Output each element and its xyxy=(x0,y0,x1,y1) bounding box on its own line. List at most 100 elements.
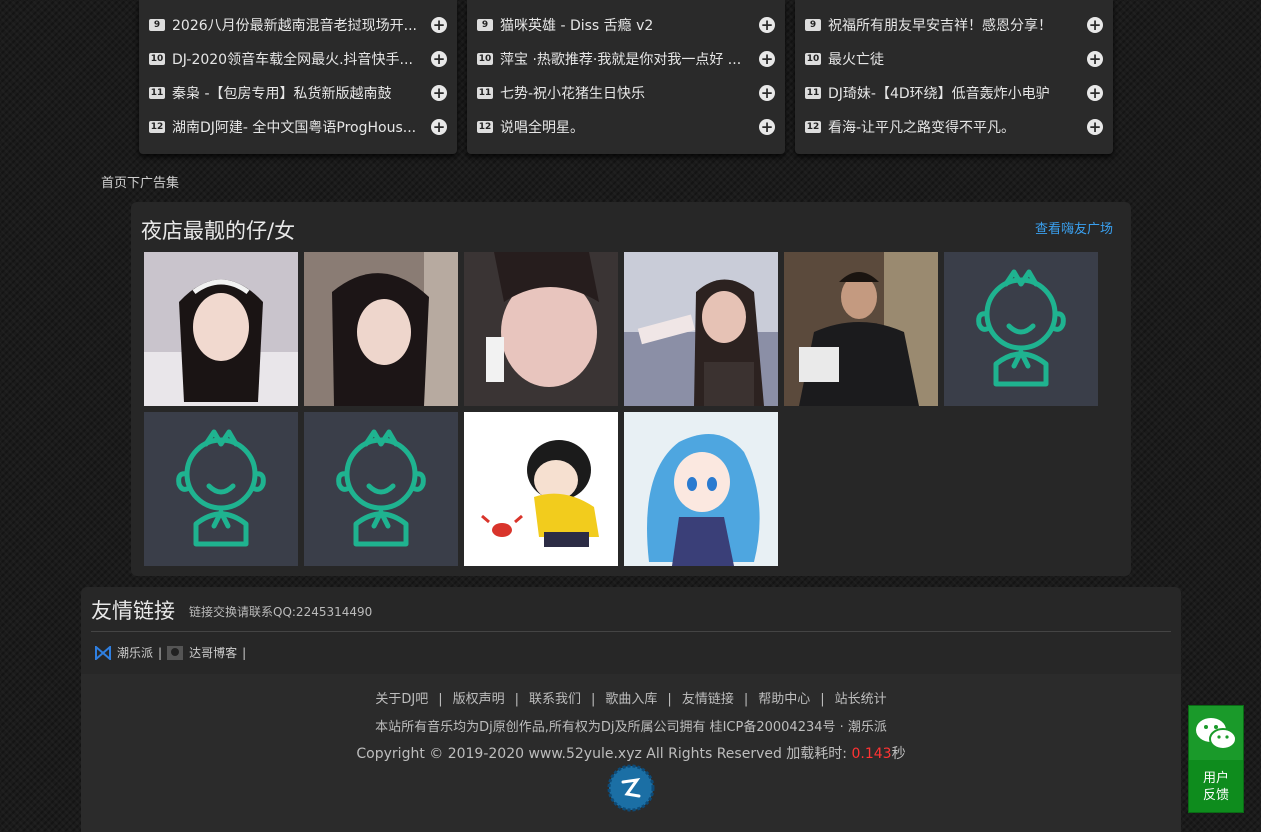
song-title[interactable]: 看海-让平凡之路变得不平凡。 xyxy=(828,117,1078,137)
song-title[interactable]: 猫咪英雄 - Diss 舌瘾 v2 xyxy=(500,15,750,35)
site-badge-icon[interactable] xyxy=(607,764,655,816)
add-icon[interactable]: + xyxy=(759,51,775,67)
dage-blog-avatar-icon xyxy=(167,645,184,660)
friend-links-title: 友情链接 xyxy=(91,599,175,623)
wechat-icon xyxy=(1189,706,1243,760)
footer-separator: | xyxy=(667,692,672,707)
rank-number: 12 xyxy=(477,121,493,133)
song-item[interactable]: 9 祝福所有朋友早安吉祥！感恩分享！ + xyxy=(795,8,1113,42)
divider xyxy=(91,631,1171,632)
friend-links-section: 友情链接 链接交换请联系QQ:2245314490 潮乐派 | 达哥博客 | xyxy=(81,587,1181,674)
footer-link-song-submit[interactable]: 歌曲入库 xyxy=(605,692,657,707)
add-icon[interactable]: + xyxy=(759,17,775,33)
song-item[interactable]: 12 看海-让平凡之路变得不平凡。 + xyxy=(795,110,1113,144)
song-item[interactable]: 10 萍宝 ·热歌推荐·我就是你对我一点好 ... + xyxy=(467,42,785,76)
song-item[interactable]: 12 湖南DJ阿建- 全中文国粤语ProgHous... + xyxy=(139,110,457,144)
footer-separator: | xyxy=(514,692,519,707)
rank-number: 11 xyxy=(477,87,493,99)
friend-link-label: 达哥博客 xyxy=(189,646,238,660)
rank-list-1: 9 2026八月份最新越南混音老挝现场开... + 10 DJ-2020领音车载全网最… xyxy=(139,0,457,154)
rank-number: 9 xyxy=(477,19,493,31)
footer-link-stats[interactable]: 站长统计 xyxy=(835,692,887,707)
member-photo[interactable] xyxy=(464,412,618,566)
song-item[interactable]: 9 猫咪英雄 - Diss 舌瘾 v2 + xyxy=(467,8,785,42)
default-avatar[interactable] xyxy=(304,412,458,566)
member-photo[interactable] xyxy=(624,252,778,406)
footer-separator: | xyxy=(591,692,596,707)
member-photo[interactable] xyxy=(144,252,298,406)
song-item[interactable]: 10 DJ-2020领音车载全网最火.抖音快手... + xyxy=(139,42,457,76)
add-icon[interactable]: + xyxy=(431,51,447,67)
add-icon[interactable]: + xyxy=(1087,85,1103,101)
rank-number: 10 xyxy=(477,53,493,65)
add-icon[interactable]: + xyxy=(1087,17,1103,33)
rank-list-2: 9 猫咪英雄 - Diss 舌瘾 v2 + 10 萍宝 ·热歌推荐·我就是你对我一点好… xyxy=(467,0,785,154)
song-item[interactable]: 10 最火亡徒 + xyxy=(795,42,1113,76)
link-separator: | xyxy=(158,645,163,660)
friend-link-dage-blog[interactable]: 达哥博客 xyxy=(167,644,237,661)
copyright-line: Copyright © 2019-2020 www.52yule.xyz All… xyxy=(81,743,1181,763)
footer-separator: | xyxy=(743,692,749,707)
footer-link-copyright[interactable]: 版权声明 xyxy=(453,692,505,707)
add-icon[interactable]: + xyxy=(759,85,775,101)
user-feedback-button[interactable]: 用户 反馈 xyxy=(1188,705,1244,813)
song-title[interactable]: 祝福所有朋友早安吉祥！感恩分享！ xyxy=(828,15,1078,35)
song-title[interactable]: 最火亡徒 xyxy=(828,49,1078,69)
chaolepai-logo-icon xyxy=(95,645,111,660)
song-item[interactable]: 11 秦枭 -【包房专用】私货新版越南鼓 + xyxy=(139,76,457,110)
rank-number: 11 xyxy=(149,87,165,99)
rank-number: 10 xyxy=(805,53,821,65)
site-footer: 关于DJ吧 | 版权声明 | 联系我们 | 歌曲入库 | 友情链接 | 帮助中心 | 站长统计 本站所有… xyxy=(81,674,1181,832)
gallery-title: 夜店最靓的仔/女 xyxy=(141,219,296,243)
rank-number: 9 xyxy=(805,19,821,31)
friend-link-label: 潮乐派 xyxy=(117,646,154,660)
rank-number: 9 xyxy=(149,19,165,31)
rank-number: 12 xyxy=(149,121,165,133)
member-photo[interactable] xyxy=(304,252,458,406)
load-time: 0.143 xyxy=(851,746,892,762)
friend-link-chaolepai[interactable]: 潮乐派 xyxy=(95,644,153,661)
footer-nav: 关于DJ吧 | 版权声明 | 联系我们 | 歌曲入库 | 友情链接 | 帮助中心 | 站长统计 xyxy=(81,688,1181,707)
copyright-text: Copyright © 2019-2020 www.52yule.xyz All… xyxy=(356,746,852,762)
song-item[interactable]: 11 DJ琦妹-【4D环绕】低音轰炸小电驴 + xyxy=(795,76,1113,110)
song-item[interactable]: 11 七势-祝小花猪生日快乐 + xyxy=(467,76,785,110)
member-photo[interactable] xyxy=(784,252,938,406)
song-title[interactable]: 七势-祝小花猪生日快乐 xyxy=(500,83,750,103)
friend-links-list: 潮乐派 | 达哥博客 | xyxy=(95,644,251,661)
song-title[interactable]: 2026八月份最新越南混音老挝现场开... xyxy=(172,15,422,35)
add-icon[interactable]: + xyxy=(1087,119,1103,135)
footer-link-friend-links[interactable]: 友情链接 xyxy=(682,692,734,707)
footer-separator: | xyxy=(438,692,443,707)
link-exchange-note: 链接交换请联系QQ:2245314490 xyxy=(189,605,373,619)
song-item[interactable]: 9 2026八月份最新越南混音老挝现场开... + xyxy=(139,8,457,42)
add-icon[interactable]: + xyxy=(759,119,775,135)
rank-number: 11 xyxy=(805,87,821,99)
song-title[interactable]: 湖南DJ阿建- 全中文国粤语ProgHous... xyxy=(172,117,422,137)
footer-link-contact[interactable]: 联系我们 xyxy=(529,692,581,707)
default-avatar[interactable] xyxy=(944,252,1098,406)
song-title[interactable]: 说唱全明星。 xyxy=(500,117,750,137)
view-plaza-link[interactable]: 查看嗨友广场 xyxy=(1035,218,1113,237)
add-icon[interactable]: + xyxy=(1087,51,1103,67)
default-avatar[interactable] xyxy=(144,412,298,566)
song-title[interactable]: DJ琦妹-【4D环绕】低音轰炸小电驴 xyxy=(828,83,1078,103)
feedback-label-line1: 用户 xyxy=(1202,771,1229,786)
song-title[interactable]: DJ-2020领音车载全网最火.抖音快手... xyxy=(172,49,422,69)
song-title[interactable]: 萍宝 ·热歌推荐·我就是你对我一点好 ... xyxy=(500,49,750,69)
add-icon[interactable]: + xyxy=(431,85,447,101)
link-separator: | xyxy=(242,645,247,660)
song-title[interactable]: 秦枭 -【包房专用】私货新版越南鼓 xyxy=(172,83,422,103)
footer-link-help[interactable]: 帮助中心 xyxy=(758,692,810,707)
member-photo[interactable] xyxy=(464,252,618,406)
member-gallery: 夜店最靓的仔/女 查看嗨友广场 xyxy=(131,202,1131,576)
feedback-label-line2: 反馈 xyxy=(1202,788,1229,803)
add-icon[interactable]: + xyxy=(431,119,447,135)
copyright-statement: 本站所有音乐均为Dj原创作品,所有权为Dj及所属公司拥有 桂ICP备200042… xyxy=(375,720,887,735)
song-item[interactable]: 12 说唱全明星。 + xyxy=(467,110,785,144)
member-photo[interactable] xyxy=(624,412,778,566)
rank-number: 12 xyxy=(805,121,821,133)
footer-link-about[interactable]: 关于DJ吧 xyxy=(375,692,428,707)
footer-separator: | xyxy=(820,692,825,707)
ad-section-label: 首页下广告集 xyxy=(101,176,180,191)
add-icon[interactable]: + xyxy=(431,17,447,33)
